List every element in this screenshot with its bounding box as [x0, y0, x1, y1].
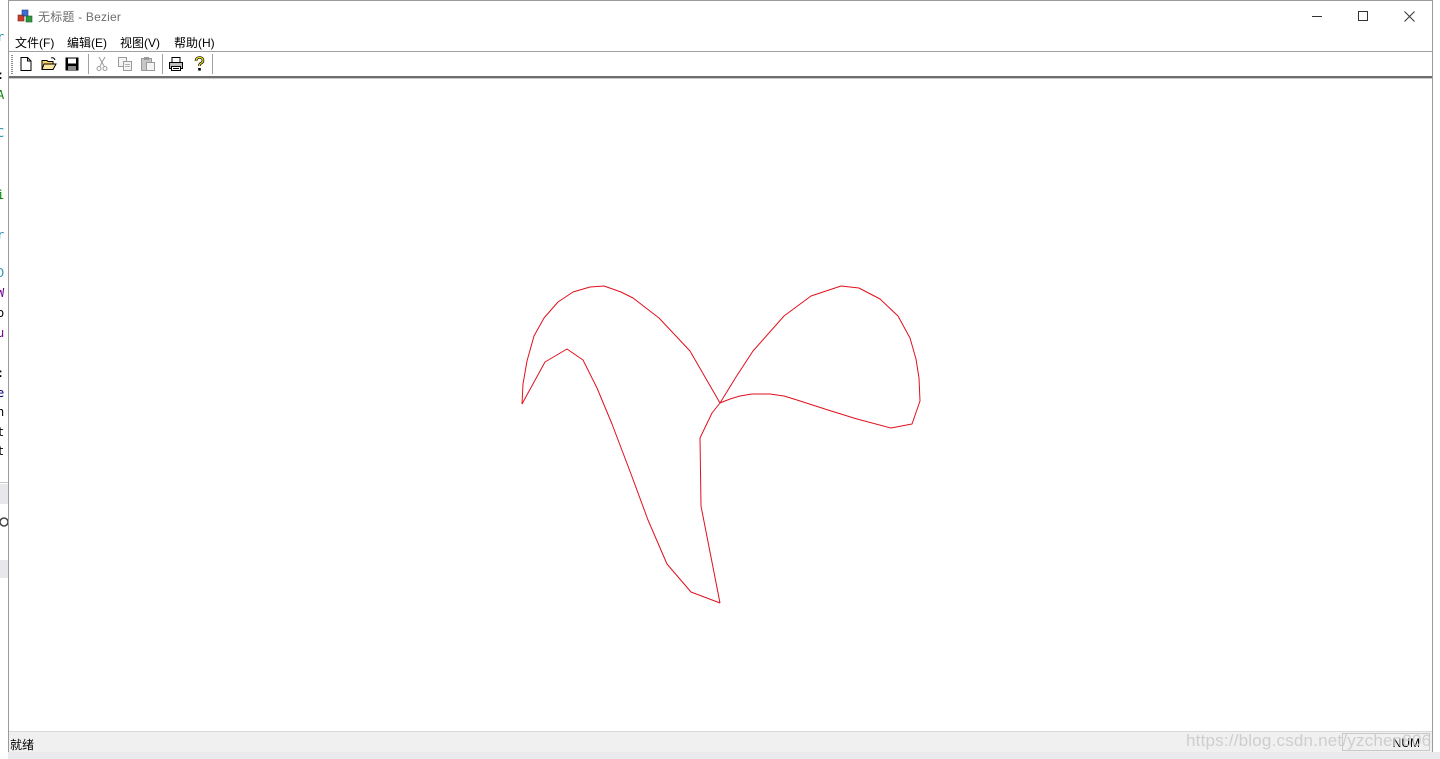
drawing-canvas[interactable] — [9, 79, 1432, 730]
code-fragment: n — [0, 405, 5, 419]
copy-button[interactable] — [116, 55, 134, 73]
maximize-icon — [1357, 10, 1368, 21]
cut-button[interactable] — [93, 55, 111, 73]
menu-view[interactable]: 视图(V) — [120, 34, 160, 51]
toolbar-end-separator — [212, 54, 213, 74]
copy-icon — [118, 57, 132, 71]
minimize-button[interactable] — [1294, 1, 1340, 31]
save-button[interactable] — [63, 55, 81, 73]
paste-icon — [141, 57, 155, 71]
bezier-curve-segment-3 — [521, 348, 721, 604]
toolbar-separator — [88, 54, 89, 74]
code-fragment: t — [0, 444, 5, 458]
code-fragment: D — [0, 266, 5, 280]
maximize-button[interactable] — [1340, 1, 1386, 31]
code-fragment: e — [0, 386, 5, 400]
title-bar[interactable]: 无标题 - Bezier — [9, 1, 1432, 31]
app-window: 无标题 - Bezier 文件(F) 编辑(E) 视图(V) 帮助(H) 就绪 … — [8, 0, 1433, 753]
close-button[interactable] — [1386, 1, 1432, 31]
code-fragment: : — [0, 68, 4, 82]
paste-button[interactable] — [139, 55, 157, 73]
code-fragment: r — [0, 30, 5, 44]
status-ready-text: 就绪 — [10, 738, 35, 752]
window-controls — [1294, 1, 1432, 31]
new-button[interactable] — [17, 55, 35, 73]
open-folder-icon — [41, 57, 57, 70]
mfc-app-icon — [17, 9, 33, 23]
code-fragment: t — [0, 425, 5, 439]
help-button[interactable] — [190, 55, 208, 73]
code-fragment: i — [0, 188, 5, 202]
code-fragment: A — [0, 88, 5, 102]
background-taskbar-strip — [8, 752, 1440, 759]
new-file-icon — [20, 57, 32, 71]
menu-bar: 文件(F) 编辑(E) 视图(V) 帮助(H) — [9, 31, 1432, 51]
code-fragment: u — [0, 326, 5, 340]
cut-scissors-icon — [96, 56, 108, 71]
open-button[interactable] — [40, 55, 58, 73]
toolbar-separator — [162, 54, 163, 74]
code-fragment: W — [0, 286, 5, 300]
code-fragment: o — [0, 306, 5, 320]
code-fragment: : — [0, 366, 4, 380]
close-icon — [1403, 10, 1415, 22]
window-title: 无标题 - Bezier — [38, 10, 122, 24]
print-button[interactable] — [167, 55, 185, 73]
help-icon — [194, 56, 205, 71]
menu-help[interactable]: 帮助(H) — [174, 34, 215, 51]
bezier-curve-segment-4 — [699, 402, 721, 604]
code-fragment: C — [0, 126, 5, 140]
menu-edit[interactable]: 编辑(E) — [67, 34, 107, 51]
minimize-icon — [1311, 15, 1322, 17]
code-fragment: r — [0, 228, 5, 242]
toolbar-grip[interactable] — [11, 55, 13, 74]
bezier-curve-segment-2 — [719, 285, 921, 429]
watermark: https://blog.csdn.net/yzchen806 — [1186, 731, 1432, 750]
menu-file[interactable]: 文件(F) — [15, 34, 54, 51]
toolbar — [9, 52, 1432, 76]
bezier-curve-segment-1 — [521, 285, 721, 405]
bezier-drawing — [521, 285, 921, 604]
save-disk-icon — [65, 57, 79, 71]
print-icon — [169, 57, 183, 71]
